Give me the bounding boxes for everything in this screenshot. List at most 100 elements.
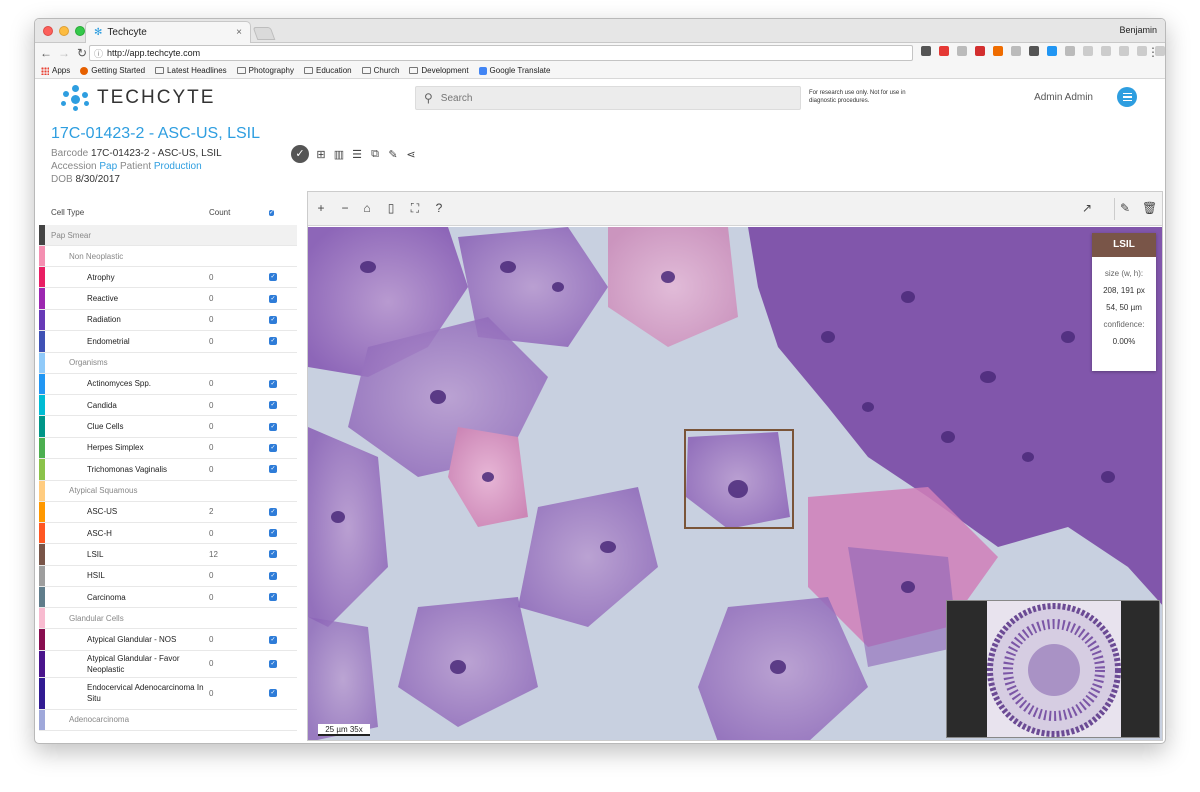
forward-icon[interactable]: → [57,46,71,60]
bookmark-latest-headlines[interactable]: Latest Headlines [155,66,227,75]
map-icon[interactable]: ▯ [384,201,398,215]
techcyte-logo[interactable]: TECHCYTE [61,85,215,111]
cell-type-row[interactable]: Atypical Glandular - NOS 0 ✓ [39,629,297,651]
browser-tab[interactable]: ✻ Techcyte × [85,21,251,43]
bookmark-apps[interactable]: Apps [41,66,70,75]
tab-close-icon[interactable]: × [236,27,242,38]
patient-link[interactable]: Production [154,161,202,172]
visibility-checkbox[interactable]: ✓ [269,635,297,644]
group-label: Adenocarcinoma [69,715,130,725]
visibility-checkbox[interactable]: ✓ [269,443,297,452]
trash-icon[interactable]: 🗑 [1142,201,1157,215]
share-icon[interactable]: ⋖ [405,148,417,161]
visibility-checkbox[interactable]: ✓ [269,529,297,538]
visibility-checkbox[interactable]: ✓ [269,507,297,516]
select-all-checkbox[interactable]: ✓ [269,207,297,217]
grid-view-icon[interactable]: ⊞ [315,148,327,161]
extension-icon[interactable] [1119,46,1129,56]
bookmark-google-translate[interactable]: Google Translate [478,66,550,75]
visibility-checkbox[interactable]: ✓ [269,315,297,324]
search-box[interactable]: ⚲ [415,86,801,110]
visibility-checkbox[interactable]: ✓ [269,294,297,303]
extension-icon[interactable] [1029,46,1039,56]
cell-type-row[interactable]: Trichomonas Vaginalis 0 ✓ [39,459,297,481]
extension-icon[interactable] [957,46,967,56]
cell-type-row[interactable]: Actinomyces Spp. 0 ✓ [39,373,297,395]
back-icon[interactable]: ← [39,46,53,60]
bookmark-church[interactable]: Church [361,66,399,75]
cell-type-row[interactable]: Endometrial 0 ✓ [39,331,297,353]
edit-icon[interactable]: ✎ [387,148,399,161]
address-bar[interactable]: ⓘ http://app.techcyte.com [89,45,913,61]
cell-count: 0 [209,635,214,645]
minimize-window-button[interactable] [59,26,69,36]
new-tab-button[interactable] [252,27,276,40]
cell-type-label: Atrophy [87,272,115,282]
home-icon[interactable]: ⌂ [360,201,374,215]
bookmark-development[interactable]: Development [409,66,469,75]
visibility-checkbox[interactable]: ✓ [269,422,297,431]
visibility-checkbox[interactable]: ✓ [269,273,297,282]
visibility-checkbox[interactable]: ✓ [269,465,297,474]
copy-icon[interactable]: ⧉ [369,148,381,161]
cell-type-row[interactable]: Reactive 0 ✓ [39,288,297,310]
cell-count: 0 [209,592,214,602]
extension-icon[interactable] [1137,46,1147,56]
zoom-in-icon[interactable]: + [314,201,328,215]
fullscreen-icon[interactable]: ⛶ [408,201,422,216]
navigator-minimap[interactable] [946,600,1160,738]
chart-icon[interactable]: ▥ [333,148,345,161]
extension-icon[interactable] [1011,46,1021,56]
page-info-icon[interactable]: ⓘ [94,47,103,60]
bookmark-photography[interactable]: Photography [236,66,294,75]
cell-type-row[interactable]: ASC-US 2 ✓ [39,501,297,523]
extension-icon[interactable] [1083,46,1093,56]
cell-type-row[interactable]: ASC-H 0 ✓ [39,522,297,545]
reload-icon[interactable]: ↻ [75,46,89,60]
extension-icon[interactable] [939,46,949,56]
group-label: Atypical Squamous [69,486,138,496]
cell-type-row[interactable]: Candida 0 ✓ [39,394,297,417]
extension-icon[interactable] [1101,46,1111,56]
edit-annotation-icon[interactable]: ✎ [1118,201,1132,215]
cell-type-row[interactable]: HSIL 0 ✓ [39,565,297,588]
zoom-out-icon[interactable]: − [338,201,352,215]
cell-type-row[interactable]: Carcinoma 0 ✓ [39,587,297,609]
cell-type-row[interactable]: Radiation 0 ✓ [39,309,297,332]
profile-name[interactable]: Benjamin [1119,25,1157,35]
zoom-window-button[interactable] [75,26,85,36]
visibility-checkbox[interactable]: ✓ [269,659,297,668]
bookmark-education[interactable]: Education [304,66,352,75]
help-icon[interactable]: ? [432,201,446,215]
cell-type-row[interactable]: LSIL 12 ✓ [39,544,297,566]
extension-icon[interactable] [993,46,1003,56]
close-window-button[interactable] [43,26,53,36]
visibility-checkbox[interactable]: ✓ [269,571,297,580]
accession-link[interactable]: Pap [99,161,117,172]
search-input[interactable] [440,92,781,104]
lsil-annotation-box[interactable] [684,429,794,529]
bookmark-getting-started[interactable]: Getting Started [80,66,145,75]
cell-type-row[interactable]: Atrophy 0 ✓ [39,267,297,289]
visibility-checkbox[interactable]: ✓ [269,550,297,559]
cell-type-row[interactable]: Herpes Simplex 0 ✓ [39,437,297,460]
extension-icon[interactable] [1065,46,1075,56]
extension-icon[interactable] [921,46,931,56]
extension-icon[interactable] [1047,46,1057,56]
cell-type-row[interactable]: Endocervical Adenocarcinoma In Situ 0 ✓ [39,677,297,710]
list-view-icon[interactable]: ☰ [351,148,363,161]
visibility-checkbox[interactable]: ✓ [269,689,297,698]
hamburger-menu-button[interactable] [1117,87,1137,107]
cell-type-row[interactable]: Atypical Glandular - Favor Neoplastic 0 ✓ [39,650,297,678]
visibility-checkbox[interactable]: ✓ [269,401,297,410]
extension-icon[interactable] [975,46,985,56]
microscope-image[interactable]: LSIL size (w, h): 208, 191 px 54, 50 µm … [308,227,1162,740]
visibility-checkbox[interactable]: ✓ [269,379,297,388]
browser-menu-icon[interactable]: ⋮ [1147,45,1159,59]
expand-arrow-icon[interactable]: ↗ [1080,201,1094,215]
user-name[interactable]: Admin Admin [1034,92,1093,103]
cell-type-row[interactable]: Clue Cells 0 ✓ [39,416,297,438]
visibility-checkbox[interactable]: ✓ [269,593,297,602]
approve-check-icon[interactable]: ✓ [291,145,309,163]
visibility-checkbox[interactable]: ✓ [269,337,297,346]
